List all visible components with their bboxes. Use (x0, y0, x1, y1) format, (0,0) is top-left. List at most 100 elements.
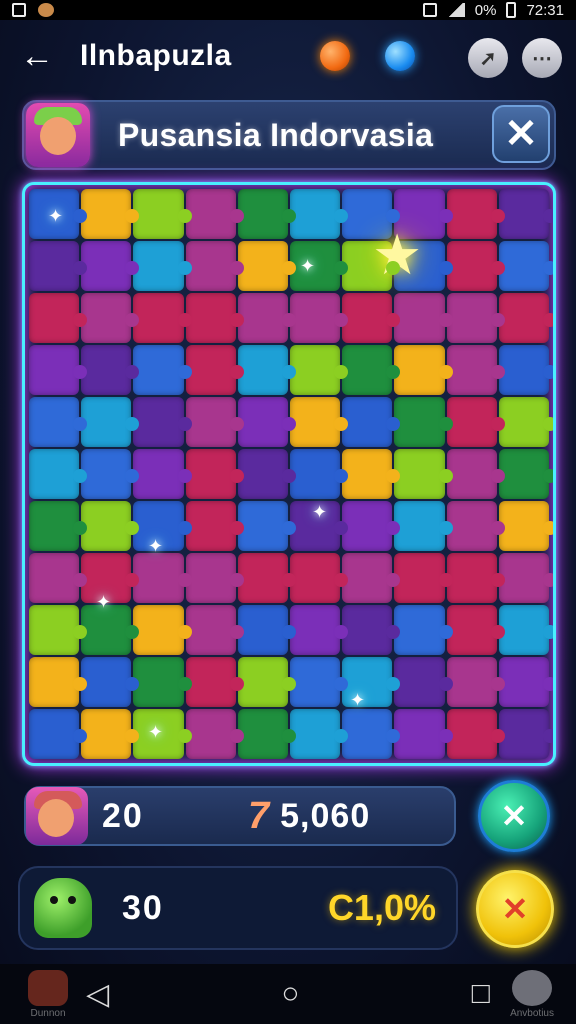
puzzle-piece[interactable] (498, 345, 553, 395)
puzzle-piece[interactable] (290, 241, 349, 291)
puzzle-piece[interactable] (29, 657, 88, 707)
puzzle-piece[interactable] (237, 449, 297, 499)
puzzle-piece[interactable] (342, 345, 401, 395)
puzzle-piece[interactable] (342, 553, 401, 603)
puzzle-piece[interactable] (446, 709, 506, 759)
puzzle-piece[interactable] (81, 293, 140, 343)
puzzle-piece[interactable] (342, 449, 401, 499)
puzzle-piece[interactable] (342, 709, 401, 759)
puzzle-grid[interactable] (29, 189, 553, 759)
puzzle-piece[interactable] (394, 657, 453, 707)
nav-back-icon[interactable]: ◁ (86, 977, 109, 1012)
menu-dots-button[interactable]: ⋯ (522, 38, 562, 78)
puzzle-piece[interactable] (185, 501, 245, 551)
puzzle-piece[interactable] (81, 657, 140, 707)
puzzle-piece[interactable] (394, 709, 453, 759)
puzzle-piece[interactable] (394, 605, 453, 655)
puzzle-piece[interactable] (394, 501, 453, 551)
puzzle-piece[interactable] (446, 605, 506, 655)
puzzle-piece[interactable] (446, 397, 506, 447)
puzzle-piece[interactable] (133, 397, 192, 447)
puzzle-piece[interactable] (290, 709, 349, 759)
puzzle-piece[interactable] (133, 293, 192, 343)
orange-gem-icon[interactable] (320, 41, 350, 71)
puzzle-piece[interactable] (29, 501, 88, 551)
puzzle-piece[interactable] (185, 449, 245, 499)
puzzle-piece[interactable] (394, 293, 453, 343)
yellow-cancel-button[interactable]: ✕ (476, 870, 554, 948)
puzzle-board[interactable] (22, 182, 556, 766)
puzzle-piece[interactable] (498, 189, 553, 239)
puzzle-piece[interactable] (185, 189, 245, 239)
puzzle-piece[interactable] (237, 189, 297, 239)
puzzle-piece[interactable] (394, 553, 453, 603)
puzzle-piece[interactable] (237, 397, 297, 447)
puzzle-piece[interactable] (498, 449, 553, 499)
puzzle-piece[interactable] (498, 657, 553, 707)
puzzle-piece[interactable] (133, 449, 192, 499)
nav-left-tab[interactable]: Dunnon (28, 970, 68, 1019)
puzzle-piece[interactable] (81, 501, 140, 551)
puzzle-piece[interactable] (446, 657, 506, 707)
puzzle-piece[interactable] (290, 553, 349, 603)
puzzle-piece[interactable] (342, 397, 401, 447)
puzzle-piece[interactable] (290, 605, 349, 655)
puzzle-piece[interactable] (133, 345, 192, 395)
green-cancel-button[interactable]: ✕ (478, 780, 550, 852)
puzzle-piece[interactable] (498, 293, 553, 343)
puzzle-piece[interactable] (290, 345, 349, 395)
puzzle-piece[interactable] (237, 553, 297, 603)
puzzle-piece[interactable] (498, 709, 553, 759)
puzzle-piece[interactable] (446, 189, 506, 239)
puzzle-piece[interactable] (185, 657, 245, 707)
puzzle-piece[interactable] (185, 605, 245, 655)
puzzle-piece[interactable] (446, 501, 506, 551)
puzzle-piece[interactable] (185, 709, 245, 759)
puzzle-piece[interactable] (290, 293, 349, 343)
puzzle-piece[interactable] (290, 657, 349, 707)
puzzle-piece[interactable] (446, 449, 506, 499)
puzzle-piece[interactable] (29, 241, 88, 291)
close-button[interactable]: ✕ (492, 105, 550, 163)
puzzle-piece[interactable] (446, 553, 506, 603)
puzzle-piece[interactable] (290, 449, 349, 499)
share-button[interactable]: ➚ (468, 38, 508, 78)
puzzle-piece[interactable] (342, 605, 401, 655)
puzzle-piece[interactable] (394, 449, 453, 499)
puzzle-piece[interactable] (29, 553, 88, 603)
puzzle-piece[interactable] (290, 397, 349, 447)
puzzle-piece[interactable] (498, 605, 553, 655)
puzzle-piece[interactable] (446, 241, 506, 291)
puzzle-piece[interactable] (29, 709, 88, 759)
puzzle-piece[interactable] (237, 709, 297, 759)
puzzle-piece[interactable] (185, 345, 245, 395)
puzzle-piece[interactable] (342, 501, 401, 551)
puzzle-piece[interactable] (133, 605, 192, 655)
puzzle-piece[interactable] (185, 293, 245, 343)
puzzle-piece[interactable] (342, 293, 401, 343)
puzzle-piece[interactable] (81, 189, 140, 239)
puzzle-piece[interactable] (81, 449, 140, 499)
puzzle-piece[interactable] (498, 553, 553, 603)
puzzle-piece[interactable] (290, 189, 349, 239)
puzzle-piece[interactable] (81, 241, 140, 291)
puzzle-piece[interactable] (185, 241, 245, 291)
puzzle-piece[interactable] (446, 345, 506, 395)
puzzle-piece[interactable] (29, 345, 88, 395)
puzzle-piece[interactable] (29, 605, 88, 655)
puzzle-piece[interactable] (237, 241, 297, 291)
puzzle-piece[interactable] (29, 449, 88, 499)
puzzle-piece[interactable] (237, 605, 297, 655)
puzzle-piece[interactable] (29, 293, 88, 343)
back-arrow-icon[interactable]: ← (20, 37, 60, 76)
puzzle-piece[interactable] (446, 293, 506, 343)
puzzle-piece[interactable] (394, 345, 453, 395)
puzzle-piece[interactable] (185, 553, 245, 603)
puzzle-piece[interactable] (237, 293, 297, 343)
puzzle-piece[interactable] (498, 241, 553, 291)
puzzle-piece[interactable] (29, 397, 88, 447)
nav-recent-icon[interactable]: □ (472, 977, 490, 1011)
puzzle-piece[interactable] (394, 397, 453, 447)
puzzle-piece[interactable] (133, 657, 192, 707)
puzzle-piece[interactable] (81, 345, 140, 395)
